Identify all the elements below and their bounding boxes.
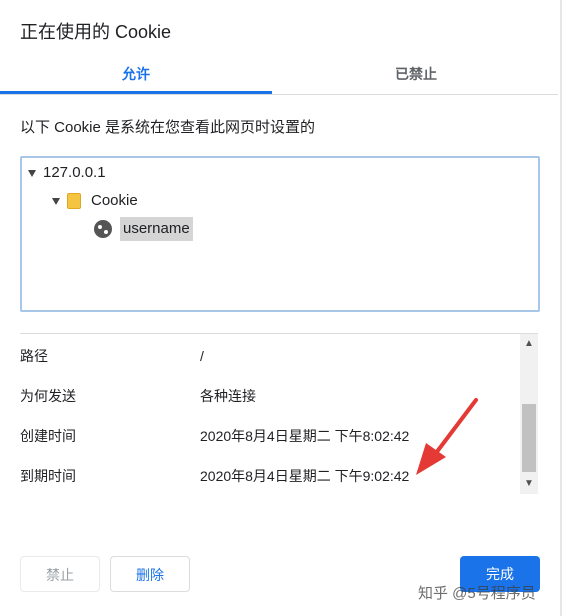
annotation-arrow — [416, 398, 478, 475]
cookies-dialog: 正在使用的 Cookie 允许 已禁止 以下 Cookie 是系统在您查看此网页… — [0, 0, 562, 616]
block-button[interactable]: 禁止 — [20, 556, 100, 592]
watermark: 知乎 @5号程序员 — [418, 585, 536, 602]
scrollbar-thumb[interactable] — [522, 404, 536, 472]
details-scrollbar[interactable]: ▲ ▼ — [520, 334, 538, 494]
chevron-up-icon[interactable]: ▲ — [520, 336, 538, 352]
detail-value: / — [200, 348, 204, 364]
tree-item-folder[interactable]: Cookie — [52, 189, 138, 213]
delete-button[interactable]: 删除 — [110, 556, 190, 592]
cookie-tree[interactable]: 127.0.0.1 Cookie username — [20, 156, 540, 312]
tab-bar: 允许 已禁止 — [0, 56, 558, 95]
detail-label: 为何发送 — [20, 388, 76, 404]
chevron-down-icon[interactable]: ▼ — [520, 476, 538, 492]
tree-item-cookie[interactable]: username — [94, 217, 193, 241]
dialog-title: 正在使用的 Cookie — [20, 22, 172, 42]
detail-label: 路径 — [20, 348, 48, 364]
detail-label: 到期时间 — [20, 468, 76, 484]
tab-allowed[interactable]: 允许 — [0, 56, 272, 94]
detail-label: 创建时间 — [20, 428, 76, 444]
triangle-down-icon[interactable] — [28, 169, 36, 177]
cookie-name-label: username — [120, 217, 193, 241]
tab-blocked[interactable]: 已禁止 — [280, 56, 552, 92]
folder-label: Cookie — [91, 192, 138, 209]
tree-item-host[interactable]: 127.0.0.1 — [28, 161, 106, 185]
cookie-icon — [94, 220, 112, 238]
triangle-down-icon[interactable] — [52, 197, 60, 205]
folder-icon — [67, 193, 81, 209]
cookies-description: 以下 Cookie 是系统在您查看此网页时设置的 — [20, 119, 316, 136]
host-label: 127.0.0.1 — [43, 164, 106, 181]
